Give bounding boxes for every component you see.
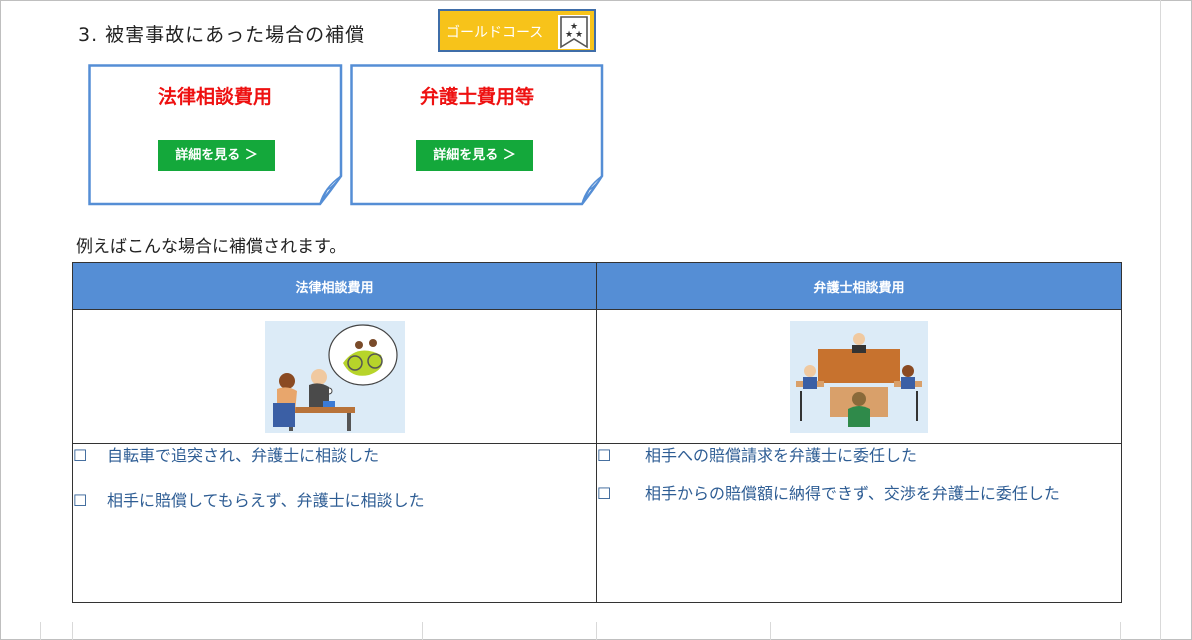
- page-rule: [422, 622, 423, 640]
- courtroom-illustration: [790, 320, 928, 433]
- examples-heading: 例えばこんな場合に補償されます。: [76, 237, 347, 257]
- examples-table: 法律相談費用 弁護士相談費用 ☐ 自転車で追突され、弁護士に相談した ☐ 相手に…: [72, 262, 1122, 603]
- list-item: ☐ 自転車で追突され、弁護士に相談した: [73, 444, 596, 468]
- checkbox-icon: ☐: [73, 491, 88, 510]
- list-item: ☐ 相手への賠償請求を弁護士に委任した: [597, 444, 1065, 468]
- checkbox-icon: ☐: [597, 446, 612, 465]
- column-header-legal-consultation: 法律相談費用: [72, 262, 597, 310]
- page-rule: [596, 622, 597, 640]
- cases-cell-right: ☐ 相手への賠償請求を弁護士に委任した ☐ 相手からの賠償額に納得できず、交渉を…: [596, 443, 1122, 603]
- cases-cell-left: ☐ 自転車で追突され、弁護士に相談した ☐ 相手に賠償してもらえず、弁護士に相談…: [72, 443, 597, 603]
- consultation-illustration: [264, 320, 405, 433]
- card-legal-consultation: 法律相談費用 詳細を見る ＞: [88, 64, 343, 206]
- page-rule: [770, 622, 771, 640]
- case-text: 相手からの賠償額に納得できず、交渉を弁護士に委任した: [645, 484, 1060, 503]
- list-item: ☐ 相手に賠償してもらえず、弁護士に相談した: [73, 489, 596, 513]
- checkbox-icon: ☐: [597, 484, 612, 503]
- bookmark-stars-icon: ★ ★ ★: [558, 15, 590, 49]
- case-list: ☐ 相手への賠償請求を弁護士に委任した ☐ 相手からの賠償額に納得できず、交渉を…: [597, 444, 1121, 506]
- case-text: 相手に賠償してもらえず、弁護士に相談した: [107, 491, 425, 510]
- card-lawyer-fees: 弁護士費用等 詳細を見る ＞: [350, 64, 604, 206]
- case-list: ☐ 自転車で追突され、弁護士に相談した ☐ 相手に賠償してもらえず、弁護士に相談…: [73, 444, 596, 513]
- illustration-cell: [596, 309, 1122, 444]
- page-margin-line: [1160, 0, 1161, 640]
- detail-button[interactable]: 詳細を見る ＞: [158, 140, 275, 171]
- section-title: 3. 被害事故にあった場合の補償: [78, 24, 366, 46]
- detail-button[interactable]: 詳細を見る ＞: [416, 140, 533, 171]
- gold-course-label: ゴールドコース: [446, 25, 544, 41]
- illustration-cell: [72, 309, 597, 444]
- case-text: 自転車で追突され、弁護士に相談した: [107, 446, 380, 465]
- svg-text:★: ★: [575, 30, 583, 40]
- gold-course-badge: ゴールドコース ★ ★ ★: [438, 9, 596, 52]
- page-rule: [40, 622, 41, 640]
- column-header-lawyer-consultation: 弁護士相談費用: [596, 262, 1122, 310]
- svg-text:★: ★: [565, 30, 573, 40]
- card-title: 弁護士費用等: [419, 86, 534, 108]
- card-title: 法律相談費用: [157, 86, 272, 108]
- case-text: 相手への賠償請求を弁護士に委任した: [645, 446, 918, 465]
- page-rule: [72, 622, 73, 640]
- checkbox-icon: ☐: [73, 446, 88, 465]
- list-item: ☐ 相手からの賠償額に納得できず、交渉を弁護士に委任した: [597, 482, 1065, 506]
- page-rule: [1120, 622, 1121, 640]
